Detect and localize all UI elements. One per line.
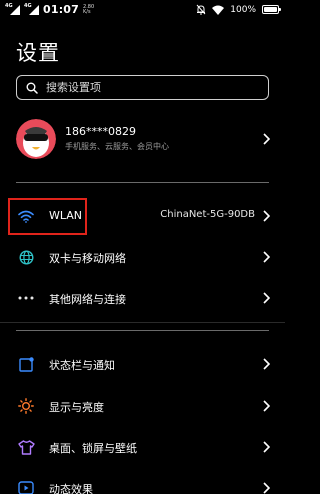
settings-item-label: 其他网络与连接 [49, 293, 126, 306]
account-phone: 186****0829 [65, 125, 136, 138]
page-title: 设置 [16, 41, 60, 65]
battery-icon [262, 5, 281, 14]
more-dots-icon [17, 290, 35, 306]
sim1-signal-icon: 4G [5, 3, 21, 16]
chevron-right-icon [263, 482, 270, 494]
motion-icon [17, 480, 35, 494]
search-bar[interactable] [16, 75, 269, 100]
globe-icon [17, 249, 35, 265]
account-row[interactable]: 186****0829 手机服务、云服务、会员中心 [0, 112, 285, 168]
network-speed: 2.80 K/s [83, 4, 94, 15]
settings-item-label: 桌面、锁屏与壁纸 [49, 442, 137, 455]
settings-item-wallpaper[interactable]: 桌面、锁屏与壁纸 [0, 427, 285, 467]
account-services: 手机服务、云服务、会员中心 [65, 142, 169, 151]
section-divider [16, 330, 269, 331]
settings-item-label: 动态效果 [49, 483, 93, 494]
status-bar: 4G 4G 01:07 2.80 K/s 100% [0, 0, 285, 22]
wlan-network-name: ChinaNet-5G-90DB [160, 209, 255, 220]
statusbar-icon [17, 356, 35, 372]
wlan-highlight-box [8, 198, 87, 235]
settings-item-dual-sim[interactable]: 双卡与移动网络 [0, 237, 285, 277]
search-icon [26, 82, 38, 94]
settings-item-label: 状态栏与通知 [49, 359, 115, 372]
battery-percentage: 100% [230, 4, 256, 15]
chevron-right-icon [263, 251, 270, 263]
avatar [16, 119, 56, 159]
settings-item-status-bar[interactable]: 状态栏与通知 [0, 344, 285, 384]
bell-off-icon [196, 4, 206, 15]
tshirt-icon [17, 439, 35, 455]
settings-item-label: 双卡与移动网络 [49, 252, 126, 265]
clock: 01:07 [43, 3, 80, 16]
section-divider [0, 322, 285, 323]
wifi-status-icon [212, 5, 225, 15]
chevron-right-icon [263, 400, 270, 412]
settings-item-more-connections[interactable]: 其他网络与连接 [0, 278, 285, 318]
status-left: 4G 4G 01:07 2.80 K/s [5, 3, 94, 16]
search-input[interactable] [46, 81, 246, 94]
status-right: 100% [196, 4, 281, 15]
chevron-right-icon [263, 210, 270, 222]
settings-item-label: 显示与亮度 [49, 401, 104, 414]
chevron-right-icon [263, 441, 270, 453]
chevron-right-icon [263, 292, 270, 304]
settings-item-motion[interactable]: 动态效果 [0, 468, 285, 494]
section-divider [16, 182, 269, 183]
brightness-icon [17, 398, 35, 414]
settings-item-display[interactable]: 显示与亮度 [0, 386, 285, 426]
sim2-signal-icon: 4G [24, 3, 40, 16]
chevron-right-icon [263, 133, 270, 145]
chevron-right-icon [263, 358, 270, 370]
network-speed-unit: K/s [83, 8, 91, 15]
